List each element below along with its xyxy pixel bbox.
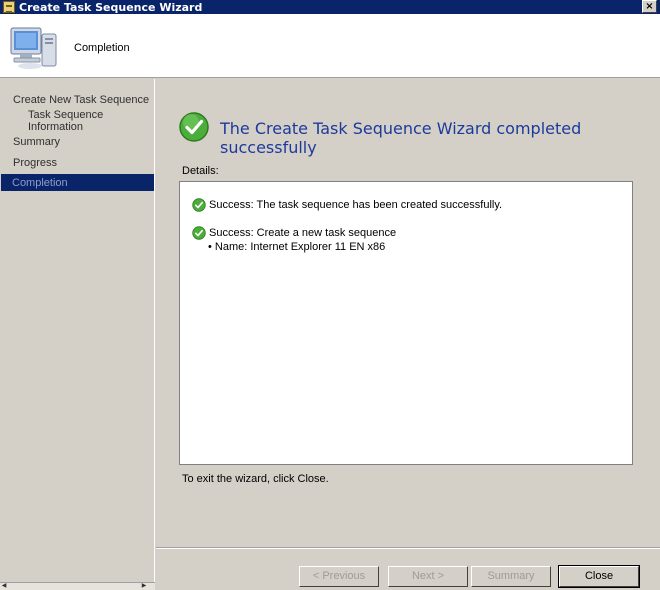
sidebar-item-progress[interactable]: Progress: [13, 154, 57, 171]
wizard-steps-sidebar: Create New Task Sequence Task Sequence I…: [0, 79, 155, 590]
success-message: Success: The task sequence has been crea…: [209, 199, 503, 211]
wizard-content: The Create Task Sequence Wizard complete…: [156, 79, 660, 590]
footer-divider: [156, 547, 660, 549]
sidebar-item-summary[interactable]: Summary: [13, 133, 60, 150]
details-panel: Success: The task sequence has been crea…: [179, 181, 633, 465]
sidebar-horizontal-scrollbar[interactable]: ◀ ▶: [0, 582, 155, 590]
success-message: Success: Create a new task sequence: [209, 227, 397, 239]
exit-instruction: To exit the wizard, click Close.: [182, 473, 329, 485]
title-bar: Create Task Sequence Wizard ×: [0, 0, 660, 14]
scroll-right-icon[interactable]: ▶: [140, 583, 148, 590]
sidebar-item-create-new-task-sequence[interactable]: Create New Task Sequence: [13, 91, 149, 108]
list-item: Success: The task sequence has been crea…: [192, 198, 502, 212]
wizard-header: Completion: [0, 14, 660, 78]
previous-button[interactable]: < Previous: [299, 566, 379, 587]
list-item: Success: Create a new task sequence: [192, 226, 396, 240]
result-title: The Create Task Sequence Wizard complete…: [220, 119, 582, 157]
success-check-icon: [192, 198, 206, 212]
window-title: Create Task Sequence Wizard: [19, 0, 203, 14]
success-check-icon: [179, 112, 209, 142]
scroll-left-icon[interactable]: ◀: [0, 583, 8, 590]
close-window-button[interactable]: ×: [642, 0, 657, 13]
success-check-icon: [192, 226, 206, 240]
summary-button[interactable]: Summary: [471, 566, 551, 587]
detail-bullet: • Name: Internet Explorer 11 EN x86: [208, 241, 386, 253]
details-label: Details:: [182, 165, 219, 177]
next-button[interactable]: Next >: [388, 566, 468, 587]
sidebar-item-completion[interactable]: Completion: [1, 174, 154, 191]
header-title: Completion: [74, 42, 130, 54]
sidebar-item-task-sequence-information[interactable]: Task Sequence Information: [28, 109, 154, 133]
wizard-app-icon: [3, 1, 15, 13]
close-button[interactable]: Close: [558, 565, 640, 588]
computer-icon: [10, 27, 57, 69]
